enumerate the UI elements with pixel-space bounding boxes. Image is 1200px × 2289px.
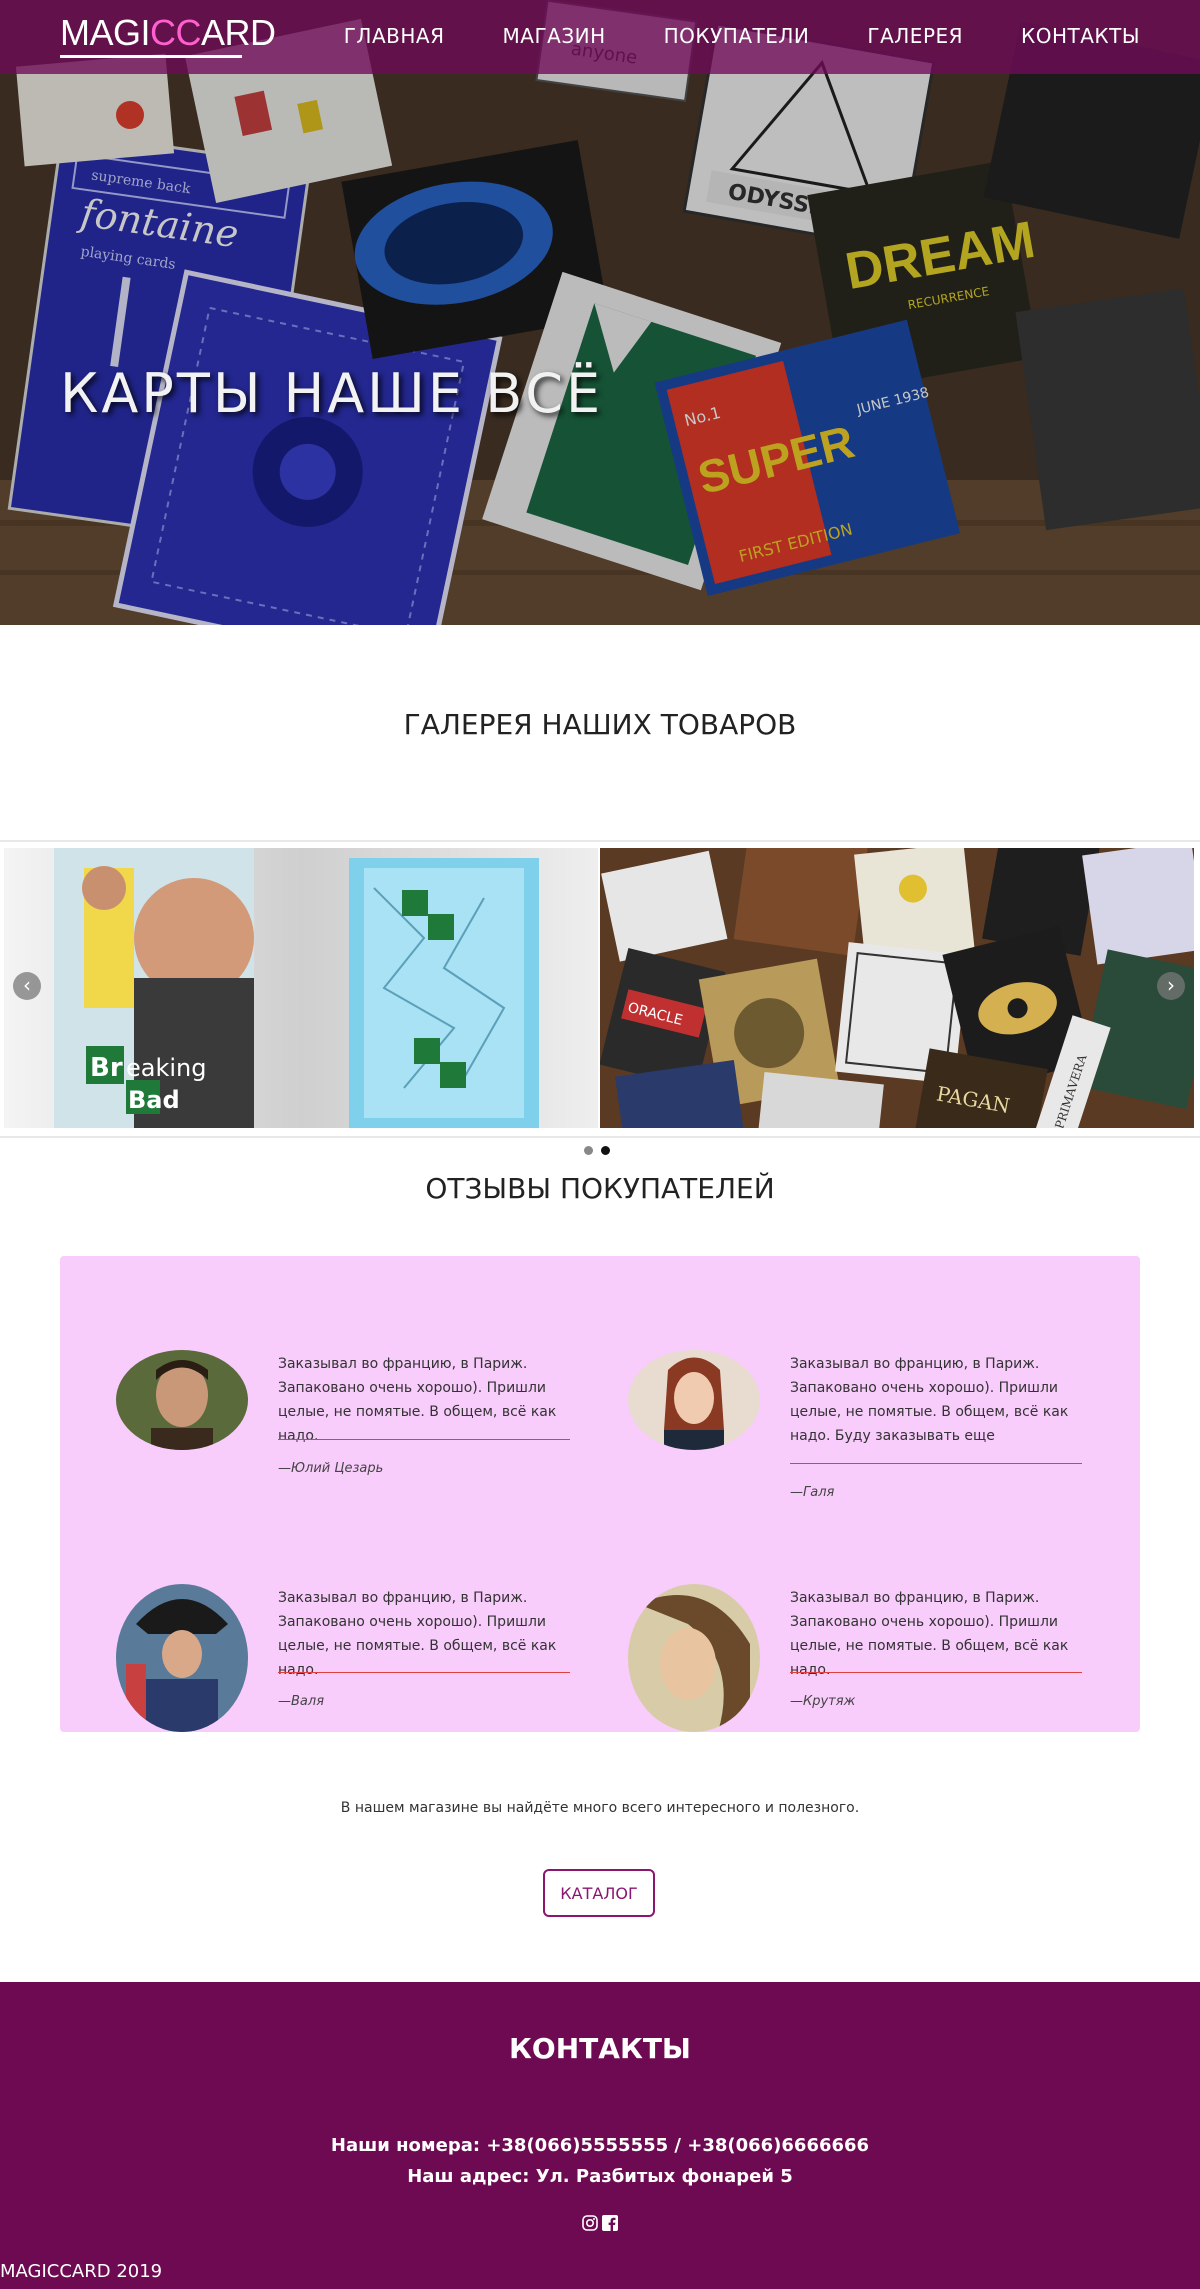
- phone-numbers: Наши номера: +38(066)5555555 / +38(066)6…: [330, 2135, 870, 2156]
- carousel-next-button[interactable]: ›: [1157, 972, 1185, 1000]
- review-divider: [278, 1672, 570, 1673]
- chevron-right-icon: ›: [1167, 973, 1175, 997]
- review-text: Заказывал во францию, в Париж. Запакован…: [790, 1356, 1069, 1444]
- carousel-prev-button[interactable]: ‹: [13, 972, 41, 1000]
- gallery-title: ГАЛЕРЕЯ НАШИХ ТОВАРОВ: [403, 708, 797, 741]
- social-links: [582, 2215, 618, 2231]
- review-author: —Галя: [790, 1485, 835, 1500]
- logo-text-1: MAGI: [60, 12, 151, 53]
- nav-item-contacts[interactable]: КОНТАКТЫ: [1021, 24, 1140, 48]
- carousel-dot-2[interactable]: [601, 1146, 610, 1155]
- reviews-title: ОТЗЫВЫ ПОКУПАТЕЛЕЙ: [425, 1172, 775, 1205]
- review-text: Заказывал во францию, в Париж. Запакован…: [790, 1590, 1069, 1678]
- avatar: [628, 1584, 760, 1732]
- nav-item-home[interactable]: ГЛАВНАЯ: [344, 24, 445, 48]
- address: Наш адрес: Ул. Разбитых фонарей 5: [407, 2166, 793, 2187]
- carousel-indicators: [584, 1146, 610, 1155]
- nav-item-gallery[interactable]: ГАЛЕРЕЯ: [867, 24, 963, 48]
- review-divider: [790, 1672, 1082, 1673]
- logo[interactable]: MAGICCARD: [60, 12, 276, 54]
- breaking-bad-bad: Bad: [128, 1086, 180, 1114]
- nav-item-customers[interactable]: ПОКУПАТЕЛИ: [664, 24, 810, 48]
- review-text: Заказывал во францию, в Париж. Запакован…: [278, 1356, 557, 1444]
- review-divider: [278, 1439, 570, 1440]
- facebook-icon[interactable]: [602, 2215, 618, 2231]
- footer: КОНТАКТЫ Наши номера: +38(066)5555555 / …: [0, 1982, 1200, 2289]
- hero-overlay: [0, 0, 1200, 625]
- review-author: —Крутяж: [790, 1694, 856, 1709]
- nav-item-shop[interactable]: МАГАЗИН: [503, 24, 606, 48]
- carousel-dot-1[interactable]: [584, 1146, 593, 1155]
- gallery-carousel: Br eaking Bad ORACLE PAGAN PRIMAVERA: [0, 840, 1200, 1138]
- review-author: —Юлий Цезарь: [278, 1461, 384, 1476]
- main-nav: ГЛАВНАЯ МАГАЗИН ПОКУПАТЕЛИ ГАЛЕРЕЯ КОНТА…: [344, 24, 1140, 48]
- copyright: MAGICCARD 2019: [0, 2261, 163, 2282]
- hero-title: КАРТЫ НАШЕ ВСЁ: [60, 362, 604, 425]
- promo-text: В нашем магазине вы найдёте много всего …: [340, 1800, 860, 1816]
- navbar: MAGICCARD ГЛАВНАЯ МАГАЗИН ПОКУПАТЕЛИ ГАЛ…: [0, 0, 1200, 74]
- contacts-title: КОНТАКТЫ: [509, 2032, 691, 2065]
- catalog-button[interactable]: КАТАЛОГ: [543, 1869, 655, 1917]
- avatar: [116, 1584, 248, 1732]
- logo-underline: [60, 55, 242, 58]
- logo-text-accent: CC: [150, 12, 202, 53]
- breaking-bad-eaking: eaking: [126, 1054, 206, 1082]
- reviews-panel: Заказывал во францию, в Париж. Запакован…: [60, 1256, 1140, 1732]
- review-text: Заказывал во францию, в Париж. Запакован…: [278, 1590, 557, 1678]
- hero-banner: supreme back fontaine playing cards ODYS…: [0, 0, 1200, 625]
- avatar: [116, 1350, 248, 1450]
- instagram-icon[interactable]: [582, 2215, 598, 2231]
- slide-card-decks: ORACLE PAGAN PRIMAVERA: [600, 848, 1194, 1128]
- breaking-bad-br: Br: [90, 1053, 123, 1083]
- chevron-left-icon: ‹: [23, 973, 31, 997]
- review-author: —Валя: [278, 1694, 325, 1709]
- review-divider: [790, 1463, 1082, 1464]
- avatar: [628, 1350, 760, 1450]
- logo-text-2: ARD: [201, 12, 276, 53]
- slide-breaking-bad: Br eaking Bad: [4, 848, 598, 1128]
